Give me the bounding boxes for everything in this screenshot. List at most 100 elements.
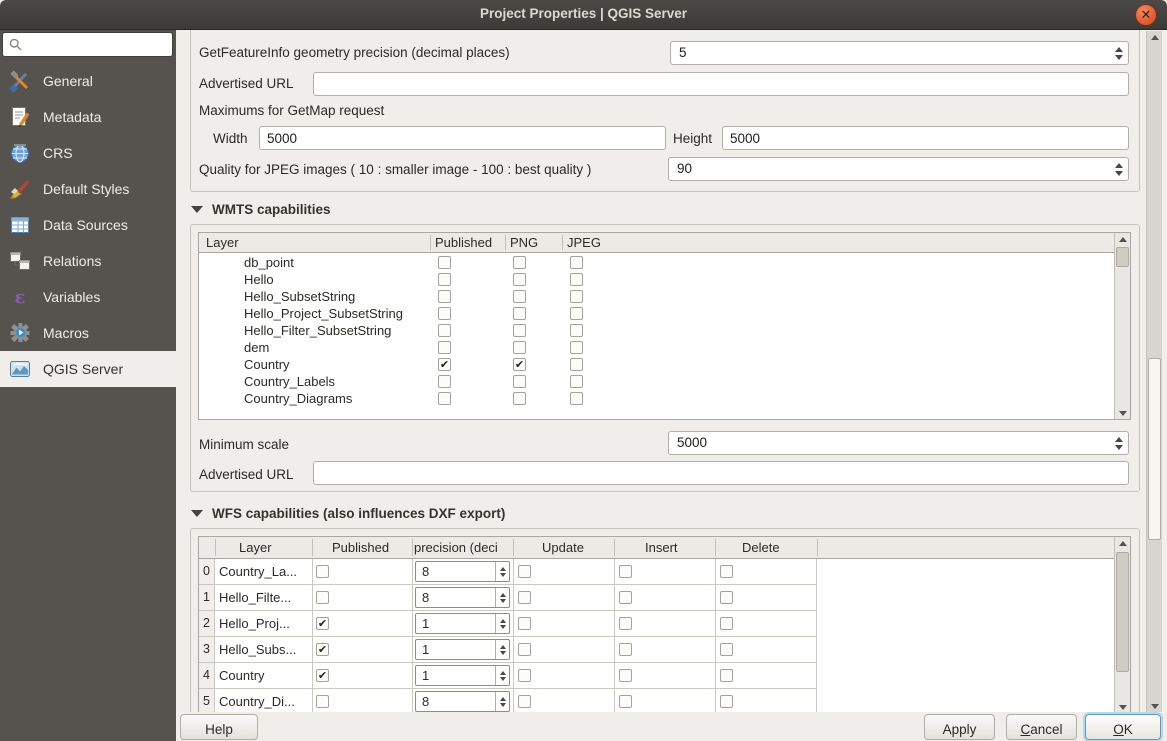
wmts-png-checkbox[interactable]: [513, 392, 526, 405]
wfs-precision-spinbox[interactable]: 8: [415, 691, 510, 712]
wmts-published-checkbox[interactable]: [438, 341, 451, 354]
wmts-scrollbar[interactable]: [1114, 233, 1130, 419]
wmts-png-checkbox[interactable]: [513, 341, 526, 354]
wfs-precision-spinbox[interactable]: 8: [415, 587, 510, 608]
wfs-update-checkbox[interactable]: [518, 591, 531, 604]
wmts-col-published[interactable]: Published: [435, 235, 492, 250]
wfs-precision-spinbox[interactable]: 1: [415, 613, 510, 634]
sidebar-item-relations[interactable]: Relations: [0, 243, 176, 279]
wfs-published-checkbox[interactable]: [316, 695, 329, 708]
wmts-jpeg-checkbox[interactable]: [570, 307, 583, 320]
wfs-layer-row[interactable]: 4Country1: [199, 663, 817, 689]
wfs-insert-checkbox[interactable]: [619, 669, 632, 682]
height-input[interactable]: [722, 126, 1129, 150]
collapse-triangle-icon[interactable]: [191, 206, 203, 213]
wmts-layer-row[interactable]: dem: [199, 339, 1114, 356]
wmts-jpeg-checkbox[interactable]: [570, 392, 583, 405]
wmts-layer-row[interactable]: Hello_Project_SubsetString: [199, 305, 1114, 322]
wmts-jpeg-checkbox[interactable]: [570, 341, 583, 354]
dialog-scrollbar[interactable]: [1146, 31, 1162, 712]
wfs-row-number[interactable]: 2: [199, 611, 215, 636]
wmts-jpeg-checkbox[interactable]: [570, 290, 583, 303]
wmts-published-checkbox[interactable]: [438, 358, 451, 371]
wfs-row-number[interactable]: 4: [199, 663, 215, 688]
spinner-arrows-icon[interactable]: [495, 562, 509, 581]
wmts-published-checkbox[interactable]: [438, 307, 451, 320]
scroll-up-icon[interactable]: [1147, 31, 1162, 43]
help-button[interactable]: Help: [180, 714, 258, 740]
spinner-arrows-icon[interactable]: [1112, 158, 1125, 180]
spinner-arrows-icon[interactable]: [495, 692, 509, 711]
wfs-update-checkbox[interactable]: [518, 565, 531, 578]
wmts-jpeg-checkbox[interactable]: [570, 358, 583, 371]
wmts-jpeg-checkbox[interactable]: [570, 375, 583, 388]
sidebar-item-macros[interactable]: Macros: [0, 315, 176, 351]
wfs-precision-spinbox[interactable]: 8: [415, 561, 510, 582]
wmts-layer-row[interactable]: Hello_Filter_SubsetString: [199, 322, 1114, 339]
sidebar-item-metadata[interactable]: Metadata: [0, 99, 176, 135]
wfs-layer-row[interactable]: 5Country_Di...8: [199, 689, 817, 714]
width-input[interactable]: [259, 126, 666, 150]
wfs-layer-row[interactable]: 2Hello_Proj...1: [199, 611, 817, 637]
scroll-down-icon[interactable]: [1147, 700, 1162, 712]
wfs-published-checkbox[interactable]: [316, 591, 329, 604]
wfs-col-update[interactable]: Update: [542, 540, 584, 555]
wmts-png-checkbox[interactable]: [513, 273, 526, 286]
wmts-png-checkbox[interactable]: [513, 375, 526, 388]
scroll-up-icon[interactable]: [1115, 537, 1130, 549]
wmts-jpeg-checkbox[interactable]: [570, 273, 583, 286]
wfs-delete-checkbox[interactable]: [720, 695, 733, 708]
close-icon[interactable]: ✕: [1135, 4, 1157, 26]
wmts-col-jpeg[interactable]: JPEG: [567, 235, 601, 250]
spinner-arrows-icon[interactable]: [1112, 432, 1125, 454]
getfeatureinfo-spinbox[interactable]: 5: [670, 41, 1129, 65]
wmts-advertised-url-input[interactable]: [313, 461, 1129, 485]
wfs-table-header[interactable]: Layer Published precision (deci Update I…: [199, 537, 1130, 559]
wmts-layer-row[interactable]: Hello_SubsetString: [199, 288, 1114, 305]
wmts-published-checkbox[interactable]: [438, 273, 451, 286]
jpeg-quality-spinbox[interactable]: 90: [668, 157, 1129, 181]
wfs-published-checkbox[interactable]: [316, 669, 329, 682]
sidebar-item-default-styles[interactable]: Default Styles: [0, 171, 176, 207]
wmts-png-checkbox[interactable]: [513, 324, 526, 337]
wfs-row-number[interactable]: 0: [199, 559, 215, 584]
wmts-section-header[interactable]: WMTS capabilities: [191, 202, 331, 217]
wfs-published-checkbox[interactable]: [316, 643, 329, 656]
wfs-layer-row[interactable]: 0Country_La...8: [199, 559, 817, 585]
collapse-triangle-icon[interactable]: [191, 510, 203, 517]
wmts-png-checkbox[interactable]: [513, 307, 526, 320]
wfs-insert-checkbox[interactable]: [619, 643, 632, 656]
wfs-delete-checkbox[interactable]: [720, 617, 733, 630]
wfs-col-delete[interactable]: Delete: [742, 540, 780, 555]
wfs-update-checkbox[interactable]: [518, 617, 531, 630]
wmts-published-checkbox[interactable]: [438, 375, 451, 388]
wfs-row-number[interactable]: 1: [199, 585, 215, 610]
wfs-published-checkbox[interactable]: [316, 565, 329, 578]
wfs-insert-checkbox[interactable]: [619, 591, 632, 604]
sidebar-item-variables[interactable]: εVariables: [0, 279, 176, 315]
wfs-row-number[interactable]: 5: [199, 689, 215, 714]
wfs-layer-row[interactable]: 1Hello_Filte...8: [199, 585, 817, 611]
apply-button[interactable]: Apply: [924, 714, 995, 740]
wfs-insert-checkbox[interactable]: [619, 617, 632, 630]
wmts-published-checkbox[interactable]: [438, 392, 451, 405]
wfs-insert-checkbox[interactable]: [619, 695, 632, 708]
wmts-col-layer[interactable]: Layer: [206, 235, 239, 250]
wmts-col-png[interactable]: PNG: [510, 235, 538, 250]
sidebar-item-data-sources[interactable]: Data Sources: [0, 207, 176, 243]
sidebar-item-general[interactable]: General: [0, 63, 176, 99]
wfs-delete-checkbox[interactable]: [720, 669, 733, 682]
spinner-arrows-icon[interactable]: [495, 640, 509, 659]
wfs-delete-checkbox[interactable]: [720, 591, 733, 604]
spinner-arrows-icon[interactable]: [495, 666, 509, 685]
wfs-update-checkbox[interactable]: [518, 695, 531, 708]
wmts-published-checkbox[interactable]: [438, 290, 451, 303]
spinner-arrows-icon[interactable]: [495, 614, 509, 633]
sidebar-item-crs[interactable]: CRS: [0, 135, 176, 171]
wfs-insert-checkbox[interactable]: [619, 565, 632, 578]
minimum-scale-spinbox[interactable]: 5000: [668, 431, 1129, 455]
wfs-update-checkbox[interactable]: [518, 669, 531, 682]
wmts-png-checkbox[interactable]: [513, 256, 526, 269]
dialog-scrollbar-thumb[interactable]: [1148, 358, 1161, 540]
wmts-layer-row[interactable]: Hello: [199, 271, 1114, 288]
